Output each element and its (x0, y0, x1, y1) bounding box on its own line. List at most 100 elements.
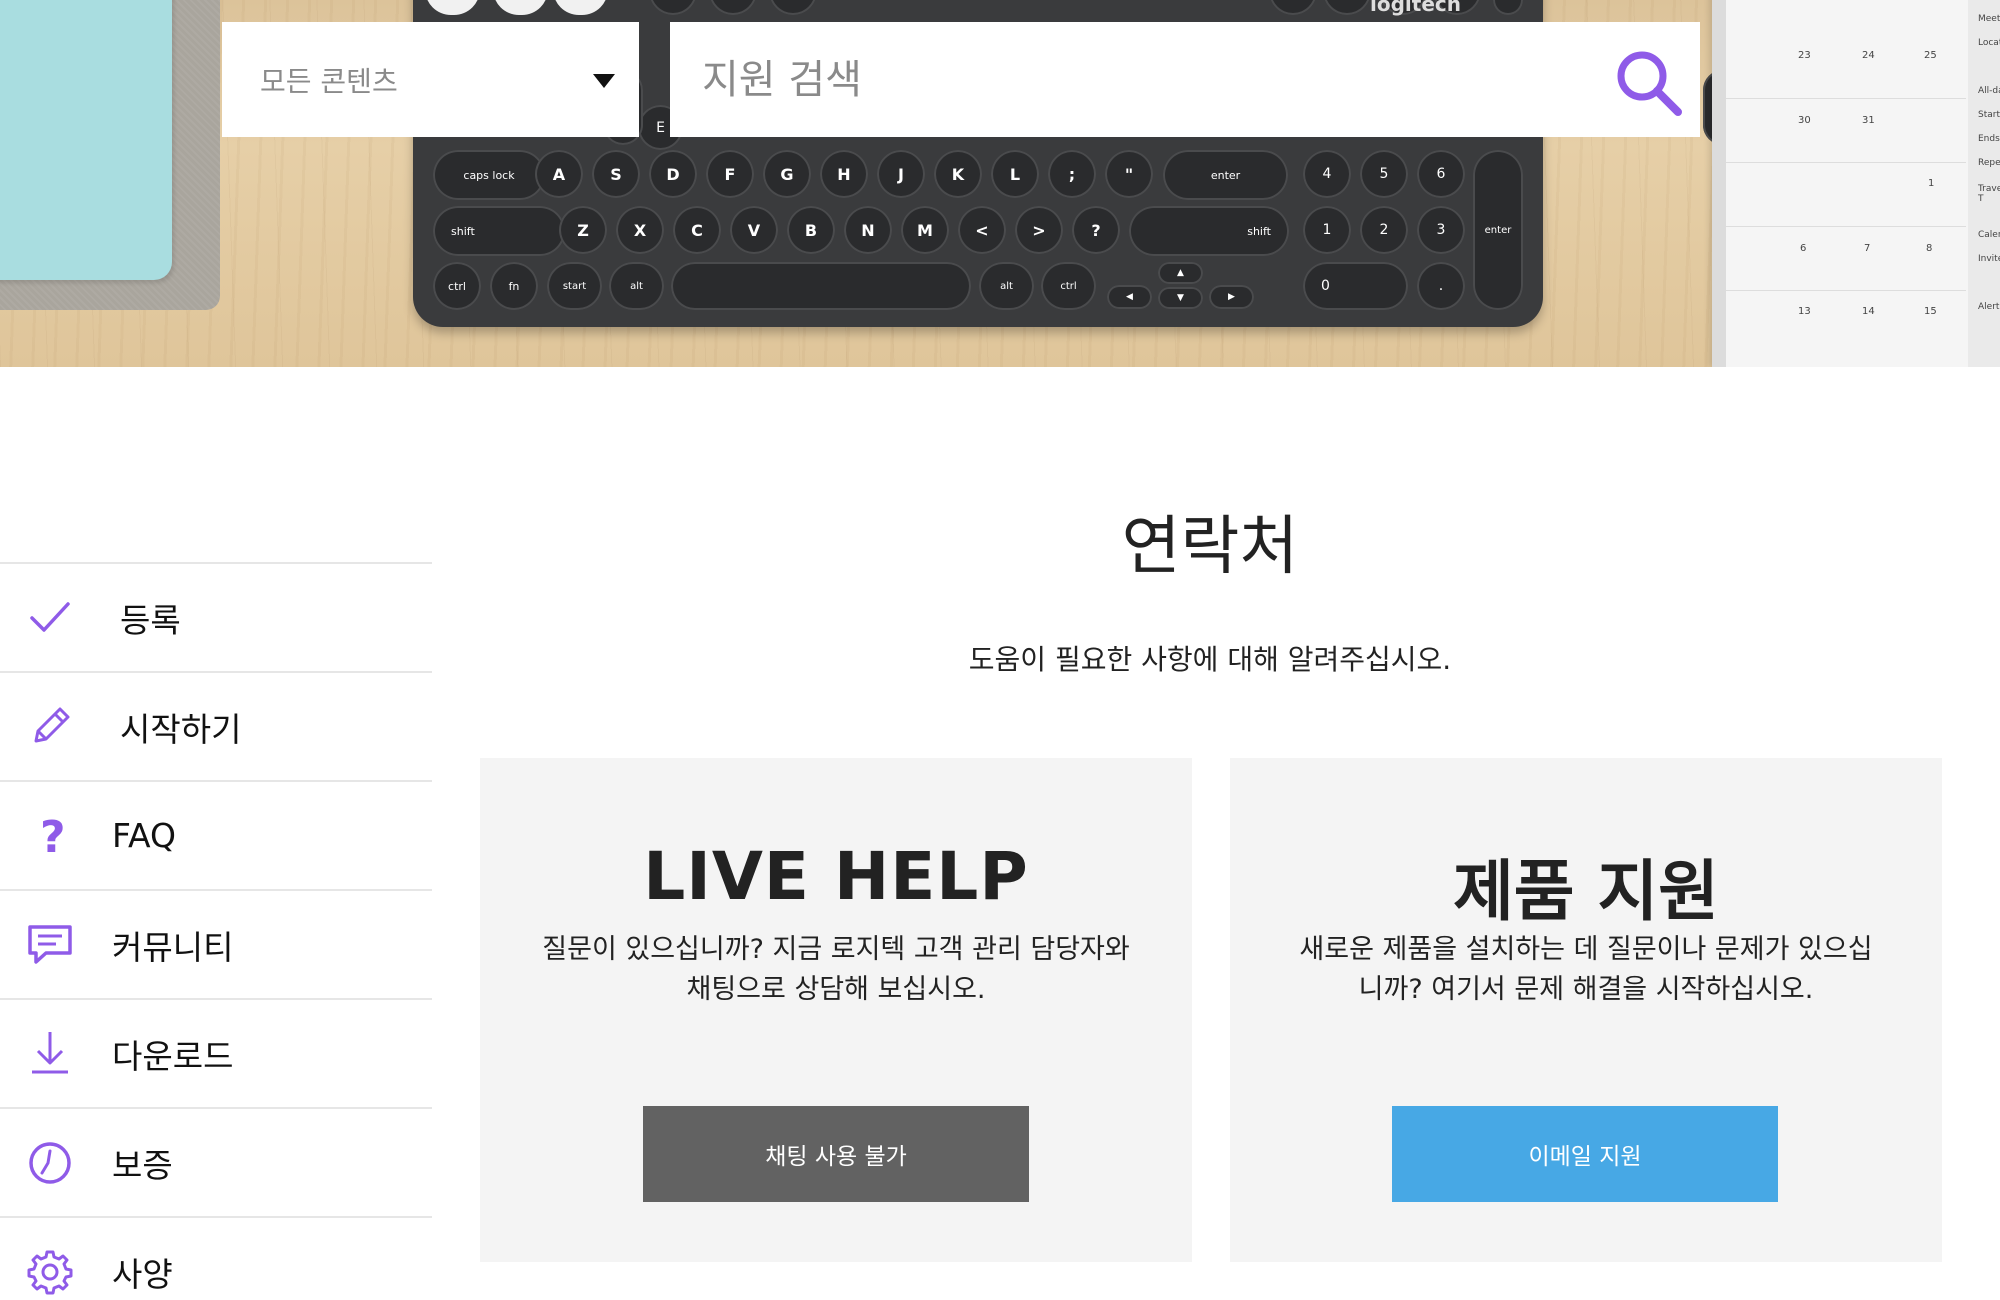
sidebar-item-faq[interactable]: ? FAQ (0, 780, 432, 889)
svg-text:?: ? (40, 812, 66, 862)
sidebar-item-label: 시작하기 (120, 709, 242, 749)
keyboard-key: ctrl (1041, 262, 1096, 310)
keyboard-key: shift (1129, 206, 1289, 256)
keyboard-key: 0 (1303, 262, 1408, 310)
keyboard-key: Z (559, 206, 607, 254)
sidebar-item-specs[interactable]: 사양 (0, 1216, 432, 1300)
keyboard-key: caps lock (433, 150, 545, 200)
gear-icon (27, 1250, 73, 1295)
sidebar-item-community[interactable]: 커뮤니티 (0, 889, 432, 998)
page-title: 연락처 (1121, 510, 1299, 584)
keyboard-key: alt (609, 262, 664, 310)
checkmark-icon (30, 602, 70, 632)
search-bar (670, 22, 1700, 137)
keyboard-key (1269, 0, 1317, 15)
keyboard-key: " (1105, 150, 1153, 198)
keyboard-key: . (1417, 262, 1465, 310)
keyboard-key: 1 (1303, 206, 1351, 254)
notebook-cover-image (0, 0, 172, 280)
keyboard-key: fn (490, 262, 538, 310)
email-support-button[interactable]: 이메일 지원 (1392, 1106, 1778, 1202)
keyboard-key (493, 0, 548, 15)
keyboard-key: ctrl (433, 262, 481, 310)
sidebar-item-downloads[interactable]: 다운로드 (0, 998, 432, 1107)
keyboard-key: > (1015, 206, 1063, 254)
keyboard-key (649, 0, 697, 15)
page-subtitle: 도움이 필요한 사항에 대해 알려주십시오. (968, 643, 1452, 676)
hero-banner: E caps lock A S D F G H J K L ; " enter … (0, 0, 2000, 367)
keyboard-key: B (787, 206, 835, 254)
sidebar-item-label: 사양 (112, 1254, 173, 1294)
keyboard-key: ◀ (1107, 285, 1152, 309)
keyboard-key: ▲ (1158, 262, 1203, 284)
sidebar-item-label: 등록 (120, 600, 181, 640)
keyboard-key: ? (1072, 206, 1120, 254)
download-icon (32, 1032, 68, 1074)
keyboard-key: A (535, 150, 583, 198)
keyboard-key: J (877, 150, 925, 198)
live-help-card: LIVE HELP 질문이 있으십니까? 지금 로지텍 고객 관리 담당자와 채… (480, 758, 1192, 1262)
sidebar-item-registration[interactable]: 등록 (0, 562, 432, 671)
keyboard-key (1323, 0, 1371, 15)
sidebar-item-getting-started[interactable]: 시작하기 (0, 671, 432, 780)
keyboard-key: 2 (1360, 206, 1408, 254)
keyboard-key (709, 0, 757, 15)
card-description-line: 질문이 있으십니까? 지금 로지텍 고객 관리 담당자와 (542, 934, 1130, 965)
keyboard-key: N (844, 206, 892, 254)
keyboard-key: V (730, 206, 778, 254)
scope-dropdown-label: 모든 콘텐츠 (260, 64, 398, 98)
keyboard-key (671, 262, 971, 310)
keyboard-key: ▼ (1158, 287, 1203, 309)
keyboard-key: 6 (1417, 150, 1465, 198)
search-icon[interactable] (1612, 46, 1684, 118)
keyboard-key: start (547, 262, 602, 310)
card-description: 질문이 있으십니까? 지금 로지텍 고객 관리 담당자와 채팅으로 상담해 보십… (510, 930, 1162, 1010)
keyboard-key: C (673, 206, 721, 254)
sidebar-item-warranty[interactable]: 보증 (0, 1107, 432, 1216)
card-title: 제품 지원 (1453, 853, 1719, 930)
keyboard-key: G (763, 150, 811, 198)
keyboard-key: M (901, 206, 949, 254)
keyboard-key: S (592, 150, 640, 198)
keyboard-key: shift (433, 206, 565, 256)
card-title: LIVE HELP (643, 838, 1029, 915)
keyboard-key: ▶ (1209, 285, 1254, 309)
keyboard-key: K (934, 150, 982, 198)
keyboard-key: 5 (1360, 150, 1408, 198)
keyboard-key (553, 0, 608, 15)
brand-logo: logitech (1370, 0, 1461, 16)
keyboard-key (1493, 0, 1523, 15)
sidebar-item-label: 다운로드 (112, 1036, 234, 1076)
keyboard-key: ; (1048, 150, 1096, 198)
card-description-line: 니까? 여기서 문제 해결을 시작하십시오. (1358, 974, 1814, 1005)
calendar-image: 23 24 25 30 31 1 6 7 8 13 14 15 Meet Loc… (1712, 0, 2000, 367)
keyboard-key: H (820, 150, 868, 198)
content-scope-dropdown[interactable]: 모든 콘텐츠 (222, 22, 639, 137)
keyboard-key: 3 (1417, 206, 1465, 254)
caret-down-icon (593, 74, 615, 88)
card-description: 새로운 제품을 설치하는 데 질문이나 문제가 있으십 니까? 여기서 문제 해… (1260, 930, 1912, 1010)
keyboard-key: L (991, 150, 1039, 198)
sidebar-nav: 등록 시작하기 ? FAQ 커뮤니티 다운로드 보증 사양 (0, 562, 432, 1300)
keyboard-key: F (706, 150, 754, 198)
search-input[interactable] (702, 39, 1582, 120)
warranty-clock-icon (29, 1142, 71, 1184)
keyboard-key: X (616, 206, 664, 254)
keyboard-key: alt (979, 262, 1034, 310)
keyboard-key: enter (1473, 150, 1523, 310)
sidebar-item-label: 커뮤니티 (112, 927, 234, 967)
keyboard-key: 4 (1303, 150, 1351, 198)
product-support-card: 제품 지원 새로운 제품을 설치하는 데 질문이나 문제가 있으십 니까? 여기… (1230, 758, 1942, 1262)
chat-bubble-icon (28, 925, 72, 964)
keyboard-key: < (958, 206, 1006, 254)
keyboard-key: enter (1163, 150, 1288, 200)
chat-unavailable-button[interactable]: 채팅 사용 불가 (643, 1106, 1029, 1202)
sidebar-item-label: 보증 (112, 1145, 173, 1185)
question-mark-icon: ? (40, 812, 66, 862)
keyboard-key: D (649, 150, 697, 198)
sidebar-item-label: FAQ (112, 816, 176, 855)
keyboard-key (425, 0, 480, 15)
card-description-line: 채팅으로 상담해 보십시오. (686, 974, 986, 1005)
pencil-icon (34, 707, 70, 743)
card-description-line: 새로운 제품을 설치하는 데 질문이나 문제가 있으십 (1299, 934, 1873, 965)
